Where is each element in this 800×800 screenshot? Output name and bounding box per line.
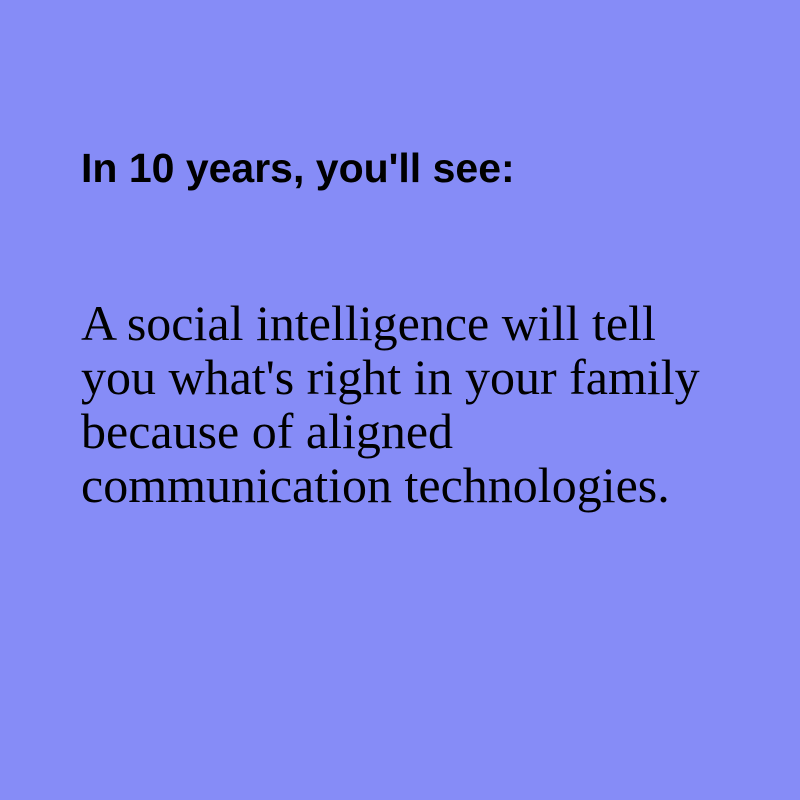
card-body-text: A social intelligence will tell you what…: [81, 295, 700, 513]
message-card: In 10 years, you'll see: A social intell…: [0, 0, 800, 800]
card-heading: In 10 years, you'll see:: [81, 145, 515, 191]
